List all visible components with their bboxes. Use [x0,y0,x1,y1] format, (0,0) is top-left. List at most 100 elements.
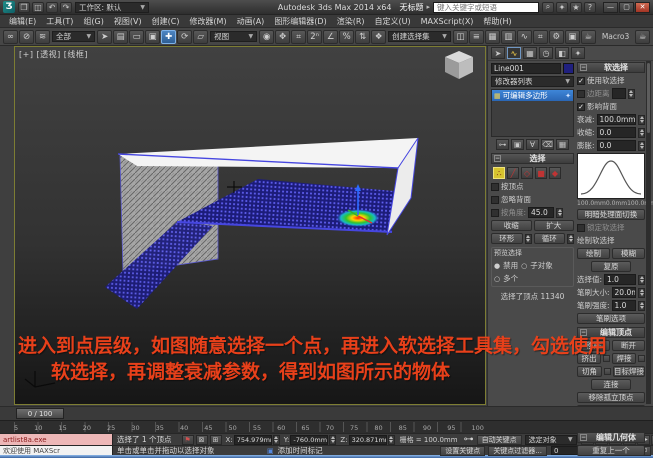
select-by-name-icon[interactable]: ▤ [113,30,128,44]
by-angle-checkbox[interactable] [491,209,499,217]
menu-item[interactable]: 图形编辑器(D) [269,16,331,27]
x-field[interactable]: 754.979mm [234,435,272,445]
create-tab-icon[interactable]: ➤ [491,47,505,59]
maximize-button[interactable]: ▢ [619,2,634,13]
shrink-button[interactable]: 收缩 [491,220,532,231]
workspace-dropdown[interactable]: 工作区: 默认 ▼ [75,2,149,13]
track-bar[interactable]: 5101520253035404550556065707580859095100 [0,420,653,433]
render-production-icon[interactable]: ☕ [581,30,596,44]
z-spinner[interactable] [388,435,395,445]
rectangular-selection-icon[interactable]: ▭ [129,30,144,44]
viewport-label[interactable]: [+] [透视] [线框] [19,49,88,60]
weld-settings-button[interactable] [638,355,645,362]
absolute-mode-icon[interactable]: ⊞ [210,435,222,445]
bubble-spinner[interactable] [638,141,645,151]
blur-button[interactable]: 模糊 [612,248,645,259]
spinner-snap-icon[interactable]: ⇅ [355,30,370,44]
grow-button[interactable]: 扩大 [534,220,575,231]
menu-item[interactable]: 创建(C) [147,16,185,27]
layer-manager-icon[interactable]: ▦ [485,30,500,44]
edit-named-selections-icon[interactable]: ❖ [371,30,386,44]
key-filter-selection-dropdown[interactable]: 选定对象▼ [525,435,577,445]
select-and-move-icon[interactable]: ✚ [161,30,176,44]
selection-lock-icon[interactable]: ⊠ [196,435,208,445]
schematic-view-icon[interactable]: ⌗ [533,30,548,44]
affect-backfacing-checkbox[interactable]: ✓ [577,103,585,111]
angle-snap-icon[interactable]: ∠ [323,30,338,44]
loop-spinner[interactable] [567,234,574,244]
ignore-backfacing-checkbox[interactable] [491,196,499,204]
key-filters-button[interactable]: 关键点过滤器... [488,446,547,456]
loop-button[interactable]: 循环 [534,233,566,244]
pinch-spinner[interactable] [638,128,645,138]
minimize-button[interactable]: — [603,2,618,13]
open-file-icon[interactable]: ❐ [18,2,30,13]
x-spinner[interactable] [273,435,280,445]
edge-distance-field[interactable] [612,88,626,99]
collapse-icon[interactable]: − [494,155,501,162]
snap-toggle-icon[interactable]: 2ⁿ [307,30,322,44]
subscription-icon[interactable]: ✦ [556,2,568,13]
rendered-frame-icon[interactable]: ▣ [565,30,580,44]
menu-item[interactable]: 组(G) [78,16,108,27]
maxscript-listener-input[interactable]: artlist8a.exe [0,434,113,445]
remove-modifier-icon[interactable]: ⌫ [541,139,554,150]
polygon-icon[interactable]: ■ [535,167,547,179]
viewport[interactable]: [+] [透视] [线框] [14,46,486,405]
time-slider-handle[interactable]: 0 / 100 [16,408,64,419]
curve-editor-icon[interactable]: ∿ [517,30,532,44]
auto-key-button[interactable]: 自动关键点 [477,435,522,445]
selection-filter-dropdown[interactable]: 全部 ▼ [52,31,95,42]
connect-button[interactable]: 连接 [591,379,631,390]
app-logo-icon[interactable]: Ʒ [3,1,15,13]
selection-value-spinner[interactable] [638,275,645,285]
modifier-stack[interactable]: ▦ 可编辑多边形 ✦ [491,89,574,137]
extrude-settings-button[interactable] [603,355,610,362]
repeat-last-button[interactable]: 重复上一个 [577,445,645,456]
hierarchy-tab-icon[interactable]: ▦ [523,47,537,59]
configure-modifier-sets-icon[interactable]: ▦ [556,139,569,150]
maxscript-listener-output[interactable]: 欢迎使用 MAXScr [0,446,113,455]
vertex-icon[interactable]: ∴ [493,167,505,179]
revert-button[interactable]: 复原 [591,261,631,272]
falloff-field[interactable]: 100.0mm [597,114,636,125]
menu-item[interactable]: 工具(T) [41,16,78,27]
pinch-field[interactable]: 0.0 [597,127,636,138]
add-time-tag[interactable]: 添加时间标记 [274,445,327,456]
selection-value-field[interactable]: 1.0 [604,274,636,285]
ring-button[interactable]: 环形 [491,233,523,244]
preview-off-radio[interactable]: ● [494,262,500,270]
object-color-swatch[interactable] [563,63,574,74]
favorites-icon[interactable]: ★ [570,2,582,13]
select-and-manipulate-icon[interactable]: ✥ [275,30,290,44]
brush-strength-field[interactable]: 1.0 [612,300,636,311]
panel-scrollbar[interactable] [646,61,651,404]
menu-item[interactable]: 渲染(R) [332,16,370,27]
lock-soft-selection-checkbox[interactable] [577,224,585,232]
modify-tab-icon[interactable]: ∿ [507,47,521,59]
collapse-icon[interactable]: − [580,64,587,71]
select-and-scale-icon[interactable]: ▱ [193,30,208,44]
keyboard-override-icon[interactable]: ⌗ [291,30,306,44]
save-file-icon[interactable]: ◫ [32,2,44,13]
extrude-button[interactable]: 挤出 [577,353,601,364]
collapse-icon[interactable]: − [580,329,587,336]
brush-size-spinner[interactable] [638,288,645,298]
chamfer-button[interactable]: 切角 [577,366,602,377]
bubble-field[interactable]: 0.0 [597,140,636,151]
render-setup-icon[interactable]: ⚙ [549,30,564,44]
display-tab-icon[interactable]: ◧ [555,47,569,59]
weld-button[interactable]: 焊接 [612,353,636,364]
falloff-spinner[interactable] [638,115,645,125]
edit-vertices-header[interactable]: − 编辑顶点 [577,327,645,338]
z-field[interactable]: 320.871mm [349,435,387,445]
y-spinner[interactable] [329,435,336,445]
edge-distance-checkbox[interactable] [577,90,585,98]
paint-button[interactable]: 绘制 [577,248,610,259]
macro-button[interactable]: Macro3 [598,32,633,41]
select-object-icon[interactable]: ➤ [97,30,112,44]
y-field[interactable]: -760.0mm [290,435,328,445]
selection-rollout-header[interactable]: − 选择 [491,153,574,164]
search-submit-icon[interactable]: ⌕ [542,2,554,13]
collapse-icon[interactable]: − [580,434,587,441]
